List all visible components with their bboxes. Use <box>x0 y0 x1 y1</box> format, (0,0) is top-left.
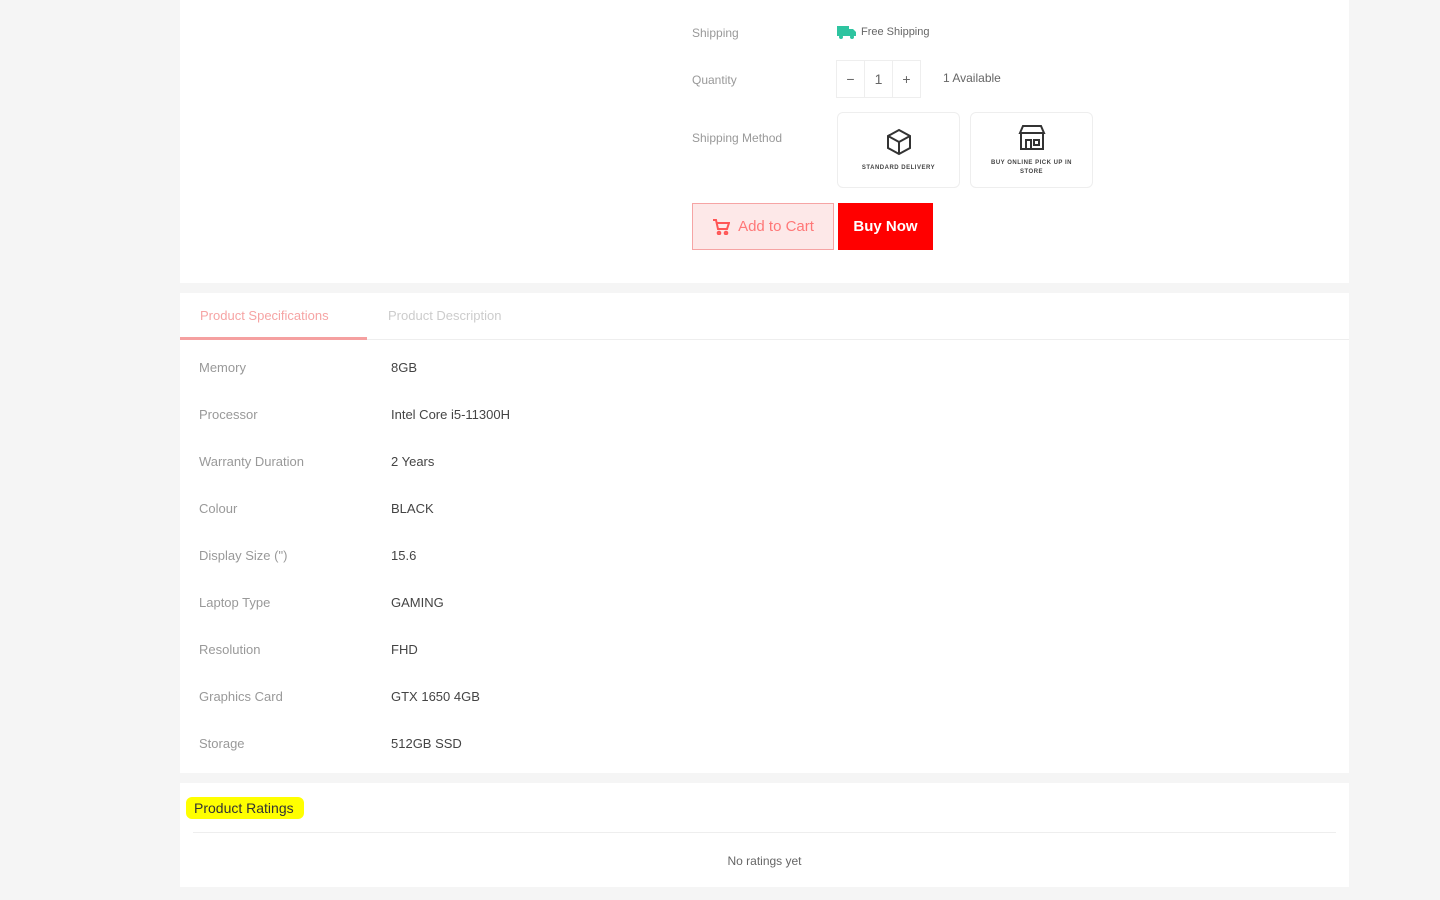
specs-panel: Product Specifications Product Descripti… <box>180 293 1349 773</box>
shipping-method-pickup[interactable]: BUY ONLINE PICK UP IN STORE <box>970 112 1093 188</box>
spec-value: 2 Years <box>391 454 435 469</box>
add-to-cart-button[interactable]: Add to Cart <box>692 203 834 250</box>
tab-specifications[interactable]: Product Specifications <box>200 308 329 323</box>
spec-value: Intel Core i5-11300H <box>391 407 510 422</box>
quantity-label: Quantity <box>692 73 737 87</box>
spec-key: Laptop Type <box>199 595 271 610</box>
available-count: 1 Available <box>943 71 1001 85</box>
shipping-method-label: Shipping Method <box>692 131 783 145</box>
spec-key: Warranty Duration <box>199 454 304 469</box>
spec-value: GAMING <box>391 595 444 610</box>
no-ratings-text: No ratings yet <box>727 854 802 868</box>
spec-key: Memory <box>199 360 246 375</box>
tab-description[interactable]: Product Description <box>388 308 501 323</box>
tab-bar: Product Specifications Product Descripti… <box>180 293 1349 340</box>
shipping-method-standard[interactable]: STANDARD DELIVERY <box>837 112 960 188</box>
truck-icon <box>837 26 856 39</box>
cart-icon <box>713 218 731 235</box>
spec-value: FHD <box>391 642 418 657</box>
store-icon <box>1017 125 1046 150</box>
spec-key: Storage <box>199 736 245 751</box>
quantity-stepper: − 1 + <box>836 60 921 98</box>
spec-value: BLACK <box>391 501 434 516</box>
box-icon <box>886 128 911 155</box>
quantity-input[interactable]: 1 <box>865 61 893 97</box>
spec-value: 8GB <box>391 360 418 375</box>
spec-value: 512GB SSD <box>391 736 462 751</box>
spec-key: Resolution <box>199 642 261 657</box>
spec-key: Display Size (") <box>199 548 288 563</box>
spec-value: GTX 1650 4GB <box>391 689 480 704</box>
active-tab-indicator <box>180 337 367 340</box>
ratings-title: Product Ratings <box>186 797 304 819</box>
buy-now-button[interactable]: Buy Now <box>838 203 933 250</box>
spec-key: Colour <box>199 501 238 516</box>
decrease-button[interactable]: − <box>837 61 865 97</box>
divider <box>193 832 1336 833</box>
shipping-label: Shipping <box>692 26 739 40</box>
shipping-info: Free Shipping <box>837 25 930 39</box>
ratings-panel: Product Ratings No ratings yet <box>180 783 1349 887</box>
increase-button[interactable]: + <box>893 61 920 97</box>
shipping-value: Free Shipping <box>861 26 930 38</box>
spec-key: Graphics Card <box>199 689 283 704</box>
spec-key: Processor <box>199 407 258 422</box>
spec-value: 15.6 <box>391 548 417 563</box>
